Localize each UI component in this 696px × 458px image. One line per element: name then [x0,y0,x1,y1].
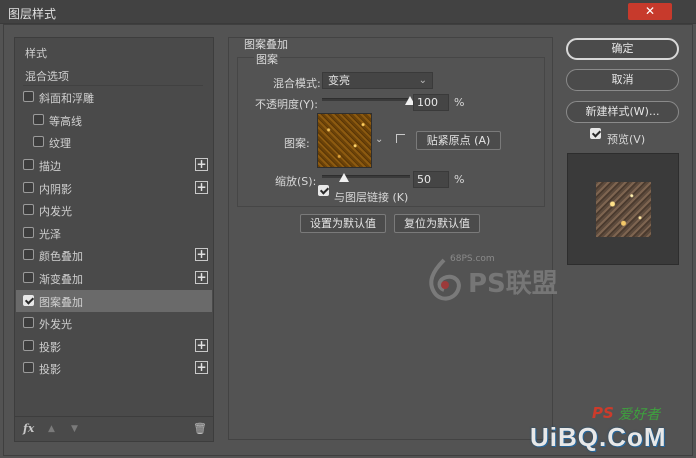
scale-label: 缩放(S): [275,175,317,188]
preview-label: 预览(V) [607,133,646,146]
style-item[interactable]: 颜色叠加 + [16,244,212,266]
styles-list-panel: 样式混合选项斜面和浮雕等高线纹理描边 + 内阴影 + 内发光光泽颜色叠加 + 渐变叠加 + 图案… [14,37,214,442]
preview-thumbnail [596,182,651,237]
style-item[interactable]: 投影 + [16,335,212,357]
move-down-icon[interactable]: ▼ [71,424,78,434]
reset-default-button[interactable]: 复位为默认值 [394,214,480,233]
blend-mode-label: 混合模式: [273,77,321,90]
style-item-label: 描边 [39,160,61,173]
add-style-plus-icon[interactable]: + [195,248,208,262]
style-item[interactable]: 图案叠加 [16,289,212,312]
pattern-label: 图案: [284,137,310,150]
fx-icon[interactable]: fx [23,422,34,435]
style-item-checkbox[interactable] [23,317,34,329]
style-item-checkbox[interactable] [23,226,34,238]
preview-checkbox[interactable] [590,128,601,139]
style-item-label: 投影 [39,340,61,354]
style-item-label: 等高线 [49,114,82,128]
style-item[interactable]: 内阴影 + [16,177,212,199]
scale-slider-handle[interactable] [339,173,349,182]
style-item[interactable]: 混合选项 [16,64,212,86]
opacity-label: 不透明度(Y): [255,98,319,111]
pattern-dropdown-chevron-icon[interactable]: ⌄ [375,134,383,145]
style-item[interactable]: 光泽 [16,222,212,244]
chevron-down-icon: ⌄ [418,75,427,86]
watermark-bottom-ps: PS [592,404,614,422]
style-preview [567,153,679,265]
style-item-label: 投影 [39,363,61,377]
pattern-swatch[interactable] [317,113,372,168]
style-item[interactable]: 外发光 [16,312,212,334]
opacity-unit: % [454,96,465,109]
snap-origin-button[interactable]: 贴紧原点 (A) [416,131,501,150]
style-item-checkbox[interactable] [23,294,34,306]
style-item-label: 内阴影 [39,182,72,196]
style-item-checkbox[interactable] [23,181,34,193]
style-item-checkbox[interactable] [23,339,34,351]
style-item-label: 图案叠加 [39,295,83,309]
style-item-label: 内发光 [39,205,72,219]
scale-slider[interactable] [322,175,410,178]
style-item[interactable]: 描边 + [16,154,212,176]
section-title: 图案叠加 [244,38,288,51]
style-item[interactable]: 斜面和浮雕 [16,86,212,108]
style-item-label: 颜色叠加 [39,250,83,264]
blend-mode-select[interactable]: 变亮 ⌄ [322,72,433,89]
opacity-slider[interactable] [322,98,410,101]
new-style-button[interactable]: 新建样式(W)... [566,101,679,123]
style-item-label: 斜面和浮雕 [39,92,94,106]
cancel-button[interactable]: 取消 [566,69,679,91]
blend-mode-value: 变亮 [328,74,350,87]
close-button[interactable]: ✕ [628,3,672,20]
set-default-button[interactable]: 设置为默认值 [300,214,386,233]
add-style-plus-icon[interactable]: + [195,180,208,194]
watermark-brand: UiBQ.CoM [530,422,667,452]
watermark-bottom-cn: 爱好者 [618,407,660,423]
window-title: 图层样式 [8,7,57,21]
style-item-checkbox[interactable] [23,204,34,216]
style-item-label: 外发光 [39,318,72,332]
style-item[interactable]: 内发光 [16,199,212,221]
add-style-plus-icon[interactable]: + [195,271,208,284]
group-title: 图案 [254,51,280,67]
move-up-icon[interactable]: ▲ [48,424,55,434]
styles-list-footer: fx ▲ ▼ 🗑 [15,416,213,442]
link-layer-label: 与图层链接 (K) [334,191,409,204]
style-item[interactable]: 纹理 [16,131,212,153]
opacity-input[interactable]: 100 [413,94,449,111]
style-item-label: 纹理 [49,137,71,151]
style-item-checkbox[interactable] [23,249,34,261]
scale-input[interactable]: 50 [413,171,449,188]
scale-unit: % [454,173,465,186]
style-item[interactable]: 投影 + [16,357,212,379]
add-style-plus-icon[interactable]: + [195,158,208,171]
style-item-checkbox[interactable] [23,159,34,170]
add-style-plus-icon[interactable]: + [195,361,208,375]
style-item-checkbox[interactable] [23,272,34,283]
style-item-checkbox[interactable] [23,91,34,103]
trash-icon[interactable]: 🗑 [193,422,207,435]
style-item-checkbox[interactable] [33,113,44,125]
style-item-checkbox[interactable] [23,362,34,374]
ok-button[interactable]: 确定 [566,38,679,60]
add-style-plus-icon[interactable]: + [195,338,208,352]
style-item-label: 光泽 [39,227,61,241]
style-item[interactable]: 样式 [16,41,212,63]
link-layer-checkbox[interactable] [318,185,329,196]
watermark-logo-text: PS联盟 [468,269,558,299]
style-item-label: 渐变叠加 [39,273,83,286]
style-item[interactable]: 等高线 [16,109,212,131]
style-item-checkbox[interactable] [33,136,44,148]
style-item-label: 混合选项 [25,69,69,83]
style-item-label: 样式 [25,47,47,60]
watermark-logo-icon [429,258,461,301]
new-preset-icon[interactable] [396,134,405,143]
style-item[interactable]: 渐变叠加 + [16,267,212,289]
title-bar: 图层样式 ✕ [0,0,696,24]
